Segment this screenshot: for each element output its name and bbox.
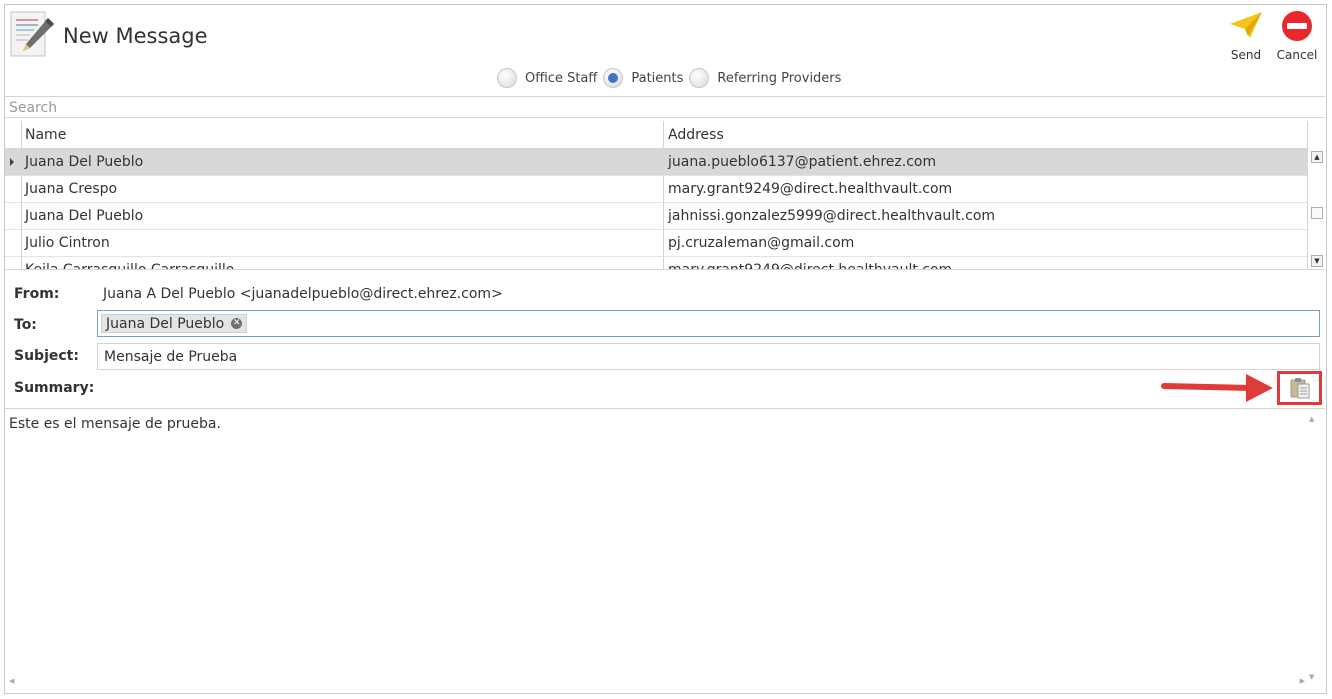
body-horizontal-scrollbar[interactable]: ◀ ▶ — [9, 675, 1305, 687]
radio-patients[interactable]: Patients — [603, 68, 683, 88]
clipboard-paste-icon[interactable] — [1288, 376, 1312, 400]
cancel-button[interactable]: Cancel — [1274, 10, 1320, 62]
table-row[interactable]: Keila Carrasquillo Carrasquillo mary.gra… — [5, 257, 1307, 270]
scroll-left-icon[interactable]: ◀ — [9, 677, 14, 685]
send-label: Send — [1230, 48, 1262, 62]
cell-name: Juana Del Pueblo — [25, 154, 144, 170]
cell-address: juana.pueblo6137@patient.ehrez.com — [668, 154, 937, 170]
radio-label: Patients — [631, 70, 684, 86]
radio-dot — [603, 68, 624, 88]
notepad-pencil-icon — [8, 10, 58, 60]
message-body-text: Este es el mensaje de prueba. — [9, 416, 221, 432]
cell-address: pj.cruzaleman@gmail.com — [668, 235, 855, 251]
red-arrow-icon — [1161, 374, 1273, 402]
column-header-name[interactable]: Name — [25, 127, 66, 143]
cell-address: jahnissi.gonzalez5999@direct.healthvault… — [668, 208, 996, 224]
no-entry-icon — [1282, 11, 1312, 41]
from-label: From: — [14, 286, 60, 302]
table-row[interactable]: Juana Del Pueblo jahnissi.gonzalez5999@d… — [5, 203, 1307, 230]
column-divider — [1307, 121, 1308, 269]
radio-label: Office Staff — [525, 70, 598, 86]
search-bar — [5, 96, 1325, 118]
scroll-right-icon[interactable]: ▶ — [1300, 677, 1305, 685]
radio-dot — [689, 68, 710, 88]
table-scrollbar[interactable]: ▲ ▼ — [1309, 149, 1325, 269]
recipient-chip-label: Juana Del Pueblo — [106, 315, 225, 332]
body-vertical-scrollbar[interactable]: ▲ ▼ — [1307, 415, 1319, 681]
cell-name: Juana Del Pueblo — [25, 208, 144, 224]
radio-office-staff[interactable]: Office Staff — [497, 68, 597, 88]
cell-address: mary.grant9249@direct.healthvault.com — [668, 181, 953, 197]
remove-recipient-icon[interactable]: ✕ — [231, 318, 243, 329]
table-row[interactable]: Julio Cintron pj.cruzaleman@gmail.com — [5, 230, 1307, 257]
scroll-down-icon[interactable]: ▼ — [1311, 255, 1323, 267]
message-body-editor[interactable]: Este es el mensaje de prueba. ▲ ▼ ◀ ▶ — [5, 408, 1325, 693]
subject-field[interactable] — [98, 344, 1319, 369]
paper-plane-icon — [1230, 12, 1262, 38]
table-row[interactable]: Juana Del Pueblo juana.pueblo6137@patien… — [5, 149, 1307, 176]
radio-label: Referring Providers — [717, 70, 842, 86]
cancel-label: Cancel — [1276, 48, 1318, 62]
cell-address: mary.grant9249@direct.healthvault.com — [668, 262, 953, 270]
scroll-down-icon[interactable]: ▼ — [1309, 673, 1314, 681]
search-input[interactable] — [5, 98, 1325, 118]
recipients-table: Name Address Juana Del Pueblo juana.pueb… — [5, 121, 1325, 270]
scroll-up-icon[interactable]: ▲ — [1309, 415, 1314, 423]
table-header: Name Address — [5, 121, 1307, 149]
radio-referring-providers[interactable]: Referring Providers — [689, 68, 841, 88]
recipient-chip[interactable]: Juana Del Pueblo ✕ — [101, 314, 248, 333]
cell-name: Keila Carrasquillo Carrasquillo — [25, 262, 235, 270]
table-body: Juana Del Pueblo juana.pueblo6137@patien… — [5, 149, 1307, 270]
to-label: To: — [14, 317, 37, 333]
cell-name: Julio Cintron — [25, 235, 110, 251]
scroll-thumb[interactable] — [1311, 207, 1323, 219]
subject-field-container — [97, 343, 1320, 370]
from-value: Juana A Del Pueblo <juanadelpueblo@direc… — [103, 286, 503, 302]
to-field[interactable]: Juana Del Pueblo ✕ — [97, 310, 1320, 337]
current-row-indicator-icon — [10, 158, 14, 166]
summary-label: Summary: — [14, 380, 95, 396]
recipient-type-group: Office Staff Patients Referring Provider… — [497, 68, 847, 88]
radio-dot — [497, 68, 517, 88]
subject-label: Subject: — [14, 348, 79, 364]
cell-name: Juana Crespo — [25, 181, 118, 197]
page-title: New Message — [63, 24, 208, 48]
send-button[interactable]: Send — [1223, 10, 1269, 62]
column-header-address[interactable]: Address — [668, 127, 724, 143]
scroll-up-icon[interactable]: ▲ — [1311, 151, 1323, 163]
table-row[interactable]: Juana Crespo mary.grant9249@direct.healt… — [5, 176, 1307, 203]
